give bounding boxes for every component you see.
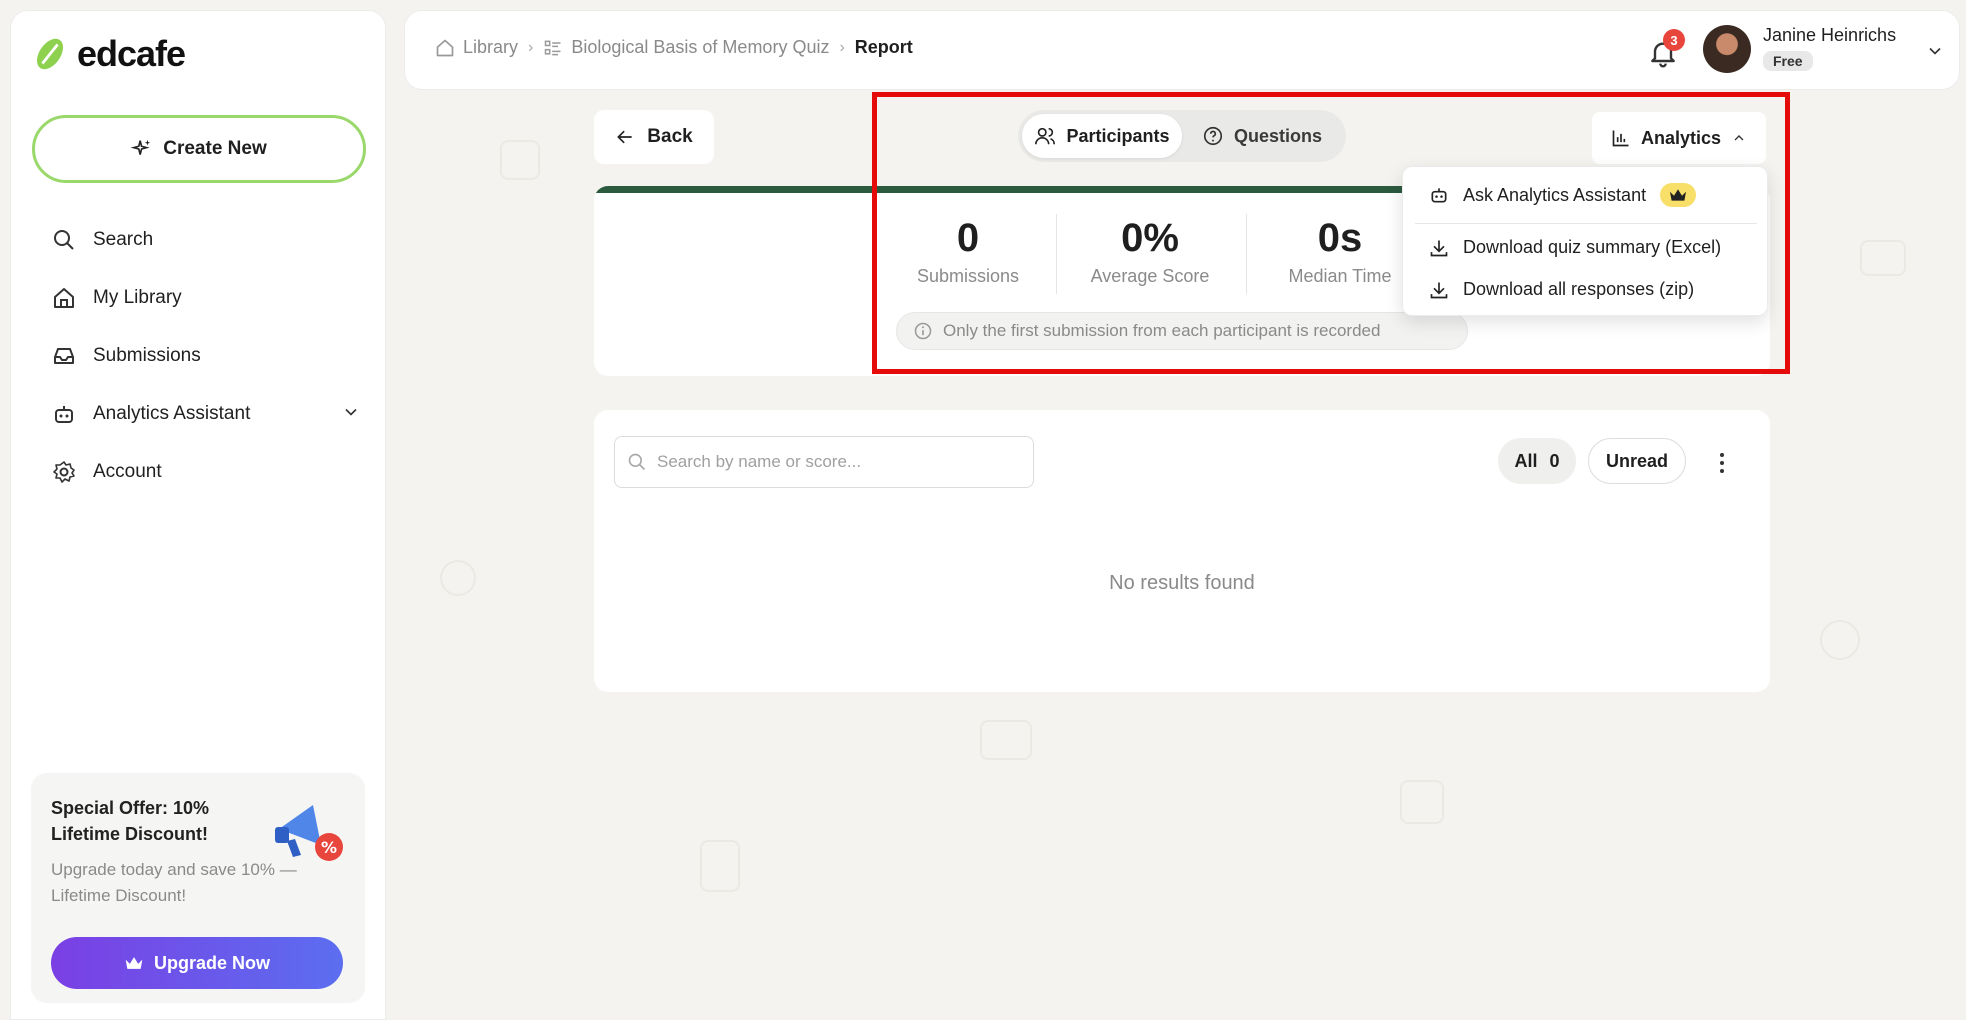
highlight-box xyxy=(872,92,1790,374)
background-doodle xyxy=(1400,780,1444,824)
breadcrumb-current: Report xyxy=(854,37,913,57)
participants-list-card: Search by name or score... All 0 Unread … xyxy=(594,410,1770,692)
back-button[interactable]: Back xyxy=(594,110,714,164)
notifications-button[interactable]: 3 xyxy=(1645,29,1685,69)
create-new-label: Create New xyxy=(163,138,267,159)
sidebar-item-analytics-assistant[interactable]: Analytics Assistant xyxy=(51,385,361,443)
promo-title: Special Offer: 10% Lifetime Discount! xyxy=(51,798,210,844)
top-bar: Library › Biological Basis of Memory Qui… xyxy=(404,10,1960,90)
home-icon xyxy=(436,39,454,56)
promo-card: Special Offer: 10% Lifetime Discount! % … xyxy=(31,773,365,1003)
create-new-button[interactable]: Create New xyxy=(32,115,366,183)
notification-count-badge: 3 xyxy=(1663,29,1685,51)
empty-state-text: No results found xyxy=(1109,572,1255,594)
breadcrumb-label: Biological Basis of Memory Quiz xyxy=(571,37,830,57)
sparkle-icon xyxy=(131,139,151,155)
sidebar-item-my-library[interactable]: My Library xyxy=(51,269,361,327)
search-placeholder: Search by name or score... xyxy=(657,452,862,471)
home-icon xyxy=(51,285,77,311)
logo[interactable]: edcafe xyxy=(31,33,186,75)
search-icon xyxy=(51,227,77,253)
sidebar-item-label: Account xyxy=(93,461,162,482)
gear-icon xyxy=(51,459,77,485)
sidebar-item-account[interactable]: Account xyxy=(51,443,361,501)
sidebar-item-search[interactable]: Search xyxy=(51,211,361,269)
upgrade-now-label: Upgrade Now xyxy=(153,952,270,973)
more-options-button[interactable] xyxy=(1708,450,1736,476)
robot-icon xyxy=(51,401,77,427)
filter-all-label: All xyxy=(1514,450,1538,471)
sidebar-item-label: Analytics Assistant xyxy=(93,403,251,424)
sidebar-item-submissions[interactable]: Submissions xyxy=(51,327,361,385)
avatar[interactable] xyxy=(1703,25,1751,73)
filter-unread-button[interactable]: Unread xyxy=(1588,438,1686,484)
svg-text:%: % xyxy=(321,838,337,857)
sidebar: edcafe Create New Search My Library Subm… xyxy=(10,10,386,1020)
arrow-left-icon xyxy=(617,130,632,144)
crown-icon xyxy=(125,957,143,969)
breadcrumb-separator-icon: › xyxy=(528,38,534,56)
background-doodle xyxy=(980,720,1032,760)
filter-unread-label: Unread xyxy=(1605,450,1668,471)
sidebar-item-label: Submissions xyxy=(93,345,201,366)
breadcrumb-label: Library xyxy=(463,37,519,57)
page: edcafe Create New Search My Library Subm… xyxy=(0,0,1966,1020)
back-label: Back xyxy=(647,126,693,147)
sidebar-item-label: Search xyxy=(93,229,154,250)
background-doodle xyxy=(440,560,476,596)
background-doodle xyxy=(700,840,740,892)
breadcrumb-quiz[interactable]: Biological Basis of Memory Quiz xyxy=(543,37,829,58)
megaphone-icon: % xyxy=(275,805,343,861)
sidebar-item-label: My Library xyxy=(93,287,182,308)
sidebar-nav: Search My Library Submissions Analytics … xyxy=(51,211,361,501)
list-icon xyxy=(545,40,561,55)
logo-leaf-icon xyxy=(36,38,64,70)
filter-all-button[interactable]: All 0 xyxy=(1498,438,1576,484)
upgrade-now-button[interactable]: Upgrade Now xyxy=(51,937,343,989)
chevron-down-icon[interactable] xyxy=(1925,41,1945,61)
background-doodle xyxy=(1860,240,1906,276)
filter-all-count: 0 xyxy=(1549,450,1560,471)
background-doodle xyxy=(500,140,540,180)
background-doodle xyxy=(1820,620,1860,660)
inbox-icon xyxy=(51,343,77,369)
breadcrumb: Library › Biological Basis of Memory Qui… xyxy=(435,37,913,58)
breadcrumb-separator-icon: › xyxy=(839,38,845,56)
more-vertical-icon xyxy=(1720,453,1724,473)
search-icon xyxy=(628,453,646,471)
participant-search-input[interactable]: Search by name or score... xyxy=(614,436,1034,488)
user-name: Janine Heinrichs xyxy=(1763,25,1897,45)
breadcrumb-library[interactable]: Library xyxy=(435,37,518,58)
plan-badge: Free xyxy=(1763,51,1813,71)
chevron-down-icon[interactable] xyxy=(341,402,361,422)
logo-text: edcafe xyxy=(77,33,186,74)
